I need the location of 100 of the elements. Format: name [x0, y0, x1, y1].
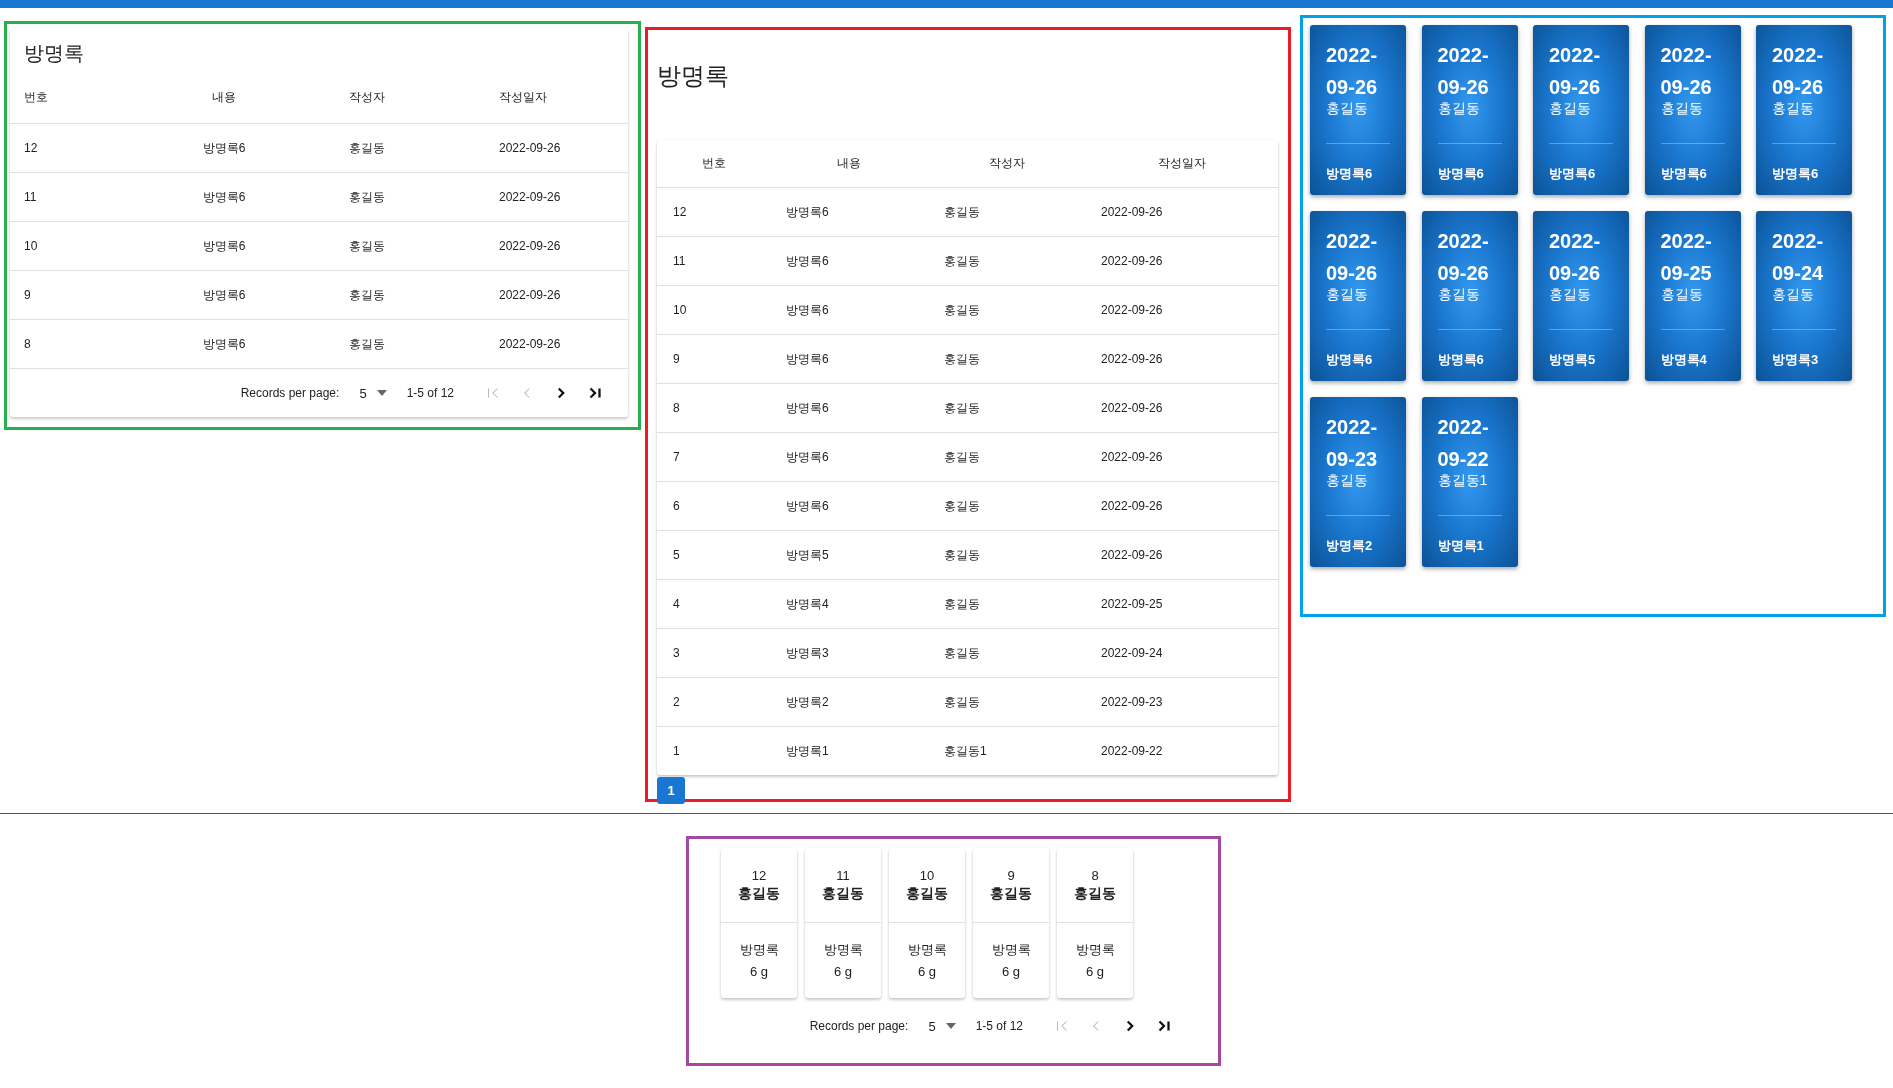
table-cell-text: 홍길동: [944, 301, 981, 319]
records-per-page-label: Records per page:: [809, 1019, 909, 1033]
table-cell-text: 2022-09-26: [1101, 205, 1164, 219]
table-cell-text: 2022-09-26: [498, 239, 562, 253]
table-cell-text: 방명록6: [786, 350, 830, 368]
card-number: 8: [1090, 867, 1100, 883]
card-content: 방명록3: [1772, 351, 1820, 369]
card-content: 방명록 6 g: [991, 940, 1031, 981]
card-number: 10: [918, 867, 936, 883]
card-author: 홍길동: [1772, 285, 1815, 303]
card-date: 2022-09-22: [1437, 415, 1490, 471]
table-cell-text: 방명록6: [201, 335, 247, 353]
page-range-label: 1-5 of 12: [406, 386, 454, 400]
card-author: 홍길동: [737, 884, 781, 903]
column-header: 작성일자: [1156, 155, 1207, 172]
card-number: 12: [750, 867, 768, 883]
table-cell-text: 2022-09-24: [1101, 646, 1164, 660]
table-cell-text: 2022-09-26: [1101, 450, 1164, 464]
card-author: 홍길동: [1326, 99, 1369, 117]
card-date: 2022-09-24: [1772, 229, 1825, 285]
table-cell-text: 홍길동: [347, 335, 386, 353]
table-cell-text: 방명록3: [786, 644, 830, 662]
table-cell-text: 방명록6: [201, 286, 247, 304]
column-header: 작성일자: [498, 89, 548, 106]
table-cell-text: 9: [673, 352, 681, 366]
card-date: 2022-09-26: [1549, 43, 1602, 99]
table-cell-text: 2022-09-26: [1101, 401, 1164, 415]
table-cell-text: 2022-09-26: [498, 141, 562, 155]
dropdown-caret-icon: [945, 1023, 956, 1029]
table-cell-text: 12: [24, 141, 39, 155]
card-date: 2022-09-26: [1437, 43, 1490, 99]
table-cell-text: 홍길동: [944, 693, 981, 711]
table-cell-text: 3: [673, 646, 681, 660]
table-cell-text: 방명록6: [786, 301, 830, 319]
table-cell-text: 2022-09-26: [1101, 499, 1164, 513]
card-author: 홍길동: [989, 884, 1033, 903]
table-cell-text: 10: [24, 239, 39, 253]
table-cell-text: 홍길동: [944, 497, 981, 515]
card-number: 11: [835, 867, 851, 883]
table-cell-text: 홍길동: [347, 286, 386, 304]
card-content: 방명록6: [1326, 351, 1374, 369]
table-cell-text: 홍길동: [347, 139, 386, 157]
table-cell-text: 2022-09-25: [1101, 597, 1164, 611]
table-cell-text: 11: [673, 254, 687, 268]
card-content: 방명록6: [1660, 165, 1708, 183]
column-header: 번호: [700, 155, 727, 172]
card-date: 2022-09-26: [1549, 229, 1602, 285]
table-cell-text: 방명록5: [786, 546, 830, 564]
card-author: 홍길동: [1437, 285, 1481, 303]
card-content: 방명록 6 g: [907, 940, 947, 981]
card-content: 방명록5: [1549, 351, 1597, 369]
card-content: 방명록2: [1326, 537, 1374, 555]
card-content: 방명록 6 g: [739, 940, 779, 981]
card-author: 홍길동: [1437, 99, 1481, 117]
per-page-select[interactable]: 5: [928, 1018, 956, 1034]
table-cell-text: 방명록2: [786, 693, 830, 711]
card-author: 홍길동: [1326, 471, 1369, 489]
card-author: 홍길동: [1073, 884, 1117, 903]
table-cell-text: 방명록4: [786, 595, 830, 613]
column-header: 내용: [211, 89, 237, 106]
card-content: 방명록1: [1437, 537, 1485, 555]
table-cell-text: 홍길동1: [944, 742, 988, 760]
per-page-select[interactable]: 5: [359, 385, 387, 401]
table-cell-text: 8: [24, 337, 32, 351]
page-number-button[interactable]: 1: [657, 777, 685, 804]
table-cell-text: 방명록6: [201, 188, 247, 206]
page-range-label: 1-5 of 12: [975, 1019, 1023, 1033]
card-content: 방명록 6 g: [1075, 940, 1115, 981]
table-cell-text: 12: [673, 205, 688, 219]
table-cell-text: 2022-09-26: [1101, 303, 1164, 317]
records-per-page-label: Records per page:: [240, 386, 340, 400]
card-number: 9: [1006, 867, 1016, 883]
table-cell-text: 방명록6: [786, 399, 830, 417]
table-cell-text: 방명록6: [786, 203, 830, 221]
table-cell-text: 6: [673, 499, 681, 513]
card-date: 2022-09-26: [1660, 43, 1713, 99]
table-cell-text: 1: [673, 744, 681, 758]
column-header: 작성자: [347, 89, 386, 106]
card-author: 홍길동: [1549, 99, 1592, 117]
table-cell-text: 11: [24, 190, 38, 204]
card-author: 홍길동: [1660, 285, 1704, 303]
table-cell-text: 방명록6: [201, 237, 247, 255]
table-cell-text: 홍길동: [944, 350, 981, 368]
table-cell-text: 10: [673, 303, 688, 317]
table-cell-text: 2022-09-26: [498, 337, 562, 351]
table-cell-text: 방명록6: [786, 448, 830, 466]
table-cell-text: 방명록6: [786, 497, 830, 515]
card-content: 방명록6: [1437, 351, 1485, 369]
table-cell-text: 홍길동: [944, 399, 981, 417]
table-cell-text: 2022-09-26: [1101, 352, 1164, 366]
table-cell-text: 홍길동: [347, 237, 386, 255]
dropdown-caret-icon: [376, 390, 387, 396]
table-cell-text: 7: [673, 450, 681, 464]
card-author: 홍길동: [905, 884, 949, 903]
column-header: 내용: [836, 155, 862, 172]
table-cell-text: 홍길동: [944, 252, 981, 270]
table-cell-text: 2022-09-26: [1101, 548, 1164, 562]
table-cell-text: 홍길동: [944, 595, 981, 613]
card-date: 2022-09-26: [1772, 43, 1825, 99]
card-author: 홍길동: [1326, 285, 1369, 303]
